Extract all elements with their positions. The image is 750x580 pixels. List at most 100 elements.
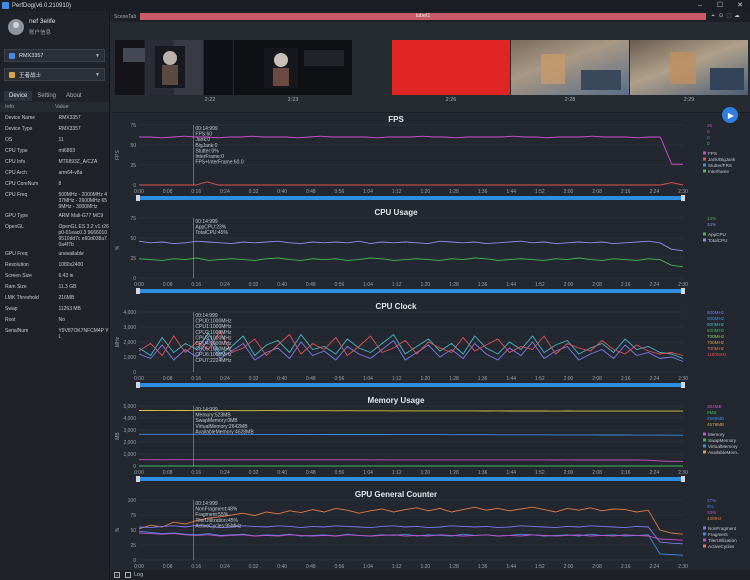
legend-value: 500MHz bbox=[707, 310, 725, 315]
info-value: ARM Mali-G77 MC9 bbox=[58, 213, 104, 219]
y-tick-label: 3,000 bbox=[123, 428, 136, 434]
info-row: SerialNum Y9V87OK7NFCM4P YL bbox=[0, 325, 109, 340]
tooltip-line: CPU7:2224MHz bbox=[195, 358, 232, 364]
app-select[interactable]: 王者战士 ▼ bbox=[4, 68, 105, 81]
y-axis-label: MHz bbox=[115, 336, 121, 347]
legend-entry[interactable]: Fragment bbox=[708, 532, 728, 537]
x-tick-label: 1:52 bbox=[535, 376, 545, 382]
legend-entry[interactable]: Memory bbox=[708, 432, 725, 437]
x-tick-label: 0:08 bbox=[163, 376, 173, 382]
thumbnail-2[interactable] bbox=[234, 40, 352, 95]
x-tick-label: 0:48 bbox=[306, 189, 316, 195]
legend-entry[interactable]: Stutter/FRS bbox=[708, 163, 732, 168]
y-tick-label: 75 bbox=[130, 216, 136, 222]
tab-setting[interactable]: Setting bbox=[32, 91, 61, 101]
x-tick-label: 2:16 bbox=[621, 376, 631, 382]
info-row: Device Type RMX3357 bbox=[0, 123, 109, 134]
legend-entry[interactable]: ActiveCycles bbox=[708, 544, 735, 549]
legend-value: 4578MB bbox=[707, 422, 724, 427]
tooltip-line: AvailableMemory:4628MB bbox=[195, 429, 254, 435]
thumbnail-5[interactable] bbox=[630, 40, 748, 95]
y-tick-label: 4,000 bbox=[123, 310, 136, 316]
x-tick-label: 1:36 bbox=[478, 282, 488, 288]
time-range-scrollbar[interactable] bbox=[136, 476, 685, 482]
user-name[interactable]: nef 3elife bbox=[29, 18, 55, 25]
legend-entry[interactable]: Jank/BigJank bbox=[708, 157, 736, 162]
x-tick-label: 1:28 bbox=[449, 189, 459, 195]
legend-entry[interactable]: AvailableMem.. bbox=[708, 450, 739, 455]
chart-svg[interactable]: 4,0003,0002,0001,0000MHz0:00 0:08 0:16 0:24… bbox=[111, 300, 750, 395]
legend-entry[interactable]: FPS bbox=[708, 151, 717, 156]
x-tick-label: 1:36 bbox=[478, 470, 488, 476]
legend-entry[interactable]: TotalCPU bbox=[708, 238, 727, 243]
minimize-button[interactable]: – bbox=[690, 0, 710, 11]
locate-icon[interactable]: ⌖ bbox=[709, 13, 717, 20]
y-tick-label: 0 bbox=[133, 276, 136, 282]
info-value: 11.3 GB bbox=[58, 284, 77, 290]
x-tick-label: 1:12 bbox=[392, 376, 402, 382]
legend-entry[interactable]: Interframe bbox=[708, 169, 729, 174]
y-tick-label: 0 bbox=[133, 558, 136, 564]
account-info-link[interactable]: 账户信息 bbox=[29, 28, 55, 36]
y-tick-label: 0 bbox=[133, 183, 136, 189]
maximize-button[interactable]: ☐ bbox=[710, 0, 730, 11]
y-tick-label: 50 bbox=[130, 528, 136, 534]
tab-about[interactable]: About bbox=[61, 91, 87, 101]
x-tick-label: 0:16 bbox=[191, 189, 201, 195]
time-range-scrollbar[interactable] bbox=[136, 288, 685, 294]
legend-value: 0MB bbox=[707, 410, 716, 415]
play-icon: ▶ bbox=[727, 110, 735, 120]
legend-entry[interactable]: VirtualMemory bbox=[708, 444, 738, 449]
chart-cpu-usage: CPU Usage 75 50 25 0% 0:00 0:08 0:16 0:24 0:32 0:4… bbox=[111, 206, 750, 301]
chart-gpu-general-counter: GPU General Counter 100 75 50 25 0% 0:00 0:08 0:… bbox=[111, 488, 750, 580]
legend-entry[interactable]: SwapMemory bbox=[708, 438, 737, 443]
legend-entry[interactable]: NonFragment bbox=[708, 526, 737, 531]
info-key: Ram Size bbox=[5, 284, 27, 290]
series-line-nonfragment bbox=[138, 530, 684, 556]
device-icon bbox=[9, 52, 15, 59]
main-area: SceneTab label1 ⌖ ⊙ ⬚ ☁ 2:22 2:23 2:26 2… bbox=[111, 11, 750, 580]
record-icon[interactable]: ⊙ bbox=[717, 13, 725, 20]
y-tick-label: 50 bbox=[130, 143, 136, 149]
time-range-scrollbar[interactable] bbox=[136, 382, 685, 388]
tab-device[interactable]: Device bbox=[4, 91, 33, 101]
thumbnail-1[interactable] bbox=[115, 40, 233, 95]
log-checkbox[interactable] bbox=[125, 572, 131, 578]
screenshot-icon[interactable]: ⬚ bbox=[725, 13, 733, 20]
thumbnail-4[interactable] bbox=[511, 40, 629, 95]
legend-value: 700MHz bbox=[707, 346, 725, 351]
legend-value: 43MHz bbox=[707, 516, 722, 521]
scene-tab-label: SceneTab bbox=[114, 13, 137, 20]
legend-value: 0 bbox=[707, 141, 710, 146]
device-info-table: Info Value Device Name RMX3357 Device Type… bbox=[0, 102, 109, 340]
legend-entry[interactable]: TilerUtilization bbox=[708, 538, 737, 543]
x-tick-label: 1:04 bbox=[363, 376, 373, 382]
info-row: Ram Size 11.3 GB bbox=[0, 281, 109, 292]
info-value: 8 bbox=[58, 181, 62, 187]
x-tick-label: 1:52 bbox=[535, 282, 545, 288]
x-tick-label: 2:24 bbox=[650, 189, 660, 195]
thumbnail-3[interactable] bbox=[392, 40, 510, 95]
info-value: 1080x2400 bbox=[58, 262, 84, 268]
cloud-icon[interactable]: ☁ bbox=[733, 13, 741, 20]
chart-svg[interactable]: 5,0004,0003,0002,0001,0000MB0:00 0:08 0:16… bbox=[111, 394, 750, 489]
chart-svg[interactable]: 1007550250%0:00 0:08 0:16 0:24 0:32 0:40 0:48 0… bbox=[111, 488, 750, 580]
info-value: 500MHz - 2000MHz 437MHz - 2600MHz 659MHz… bbox=[58, 192, 108, 210]
legend-value: 14% bbox=[707, 216, 716, 221]
legend-value: 384MB bbox=[707, 404, 722, 409]
legend-swatch bbox=[703, 169, 706, 173]
legend-entry[interactable]: AppCPU bbox=[708, 232, 726, 237]
device-select[interactable]: RMX3357 ▼ bbox=[4, 49, 105, 62]
scene-label-bar[interactable]: label1 bbox=[140, 13, 706, 20]
time-range-scrollbar[interactable] bbox=[136, 195, 685, 201]
avatar[interactable] bbox=[8, 19, 24, 35]
close-button[interactable]: ✕ bbox=[730, 0, 750, 11]
info-value: 11263 MB bbox=[58, 306, 81, 312]
expand-log-icon[interactable]: + bbox=[114, 572, 120, 578]
chart-svg[interactable]: 7550250FPS0:00 0:08 0:16 0:24 0:32 0:40 0:48 0:… bbox=[111, 113, 750, 208]
chart-svg[interactable]: 7550250%0:00 0:08 0:16 0:24 0:32 0:40 0:48 0:56… bbox=[111, 206, 750, 301]
y-tick-label: 25 bbox=[130, 256, 136, 262]
x-tick-label: 1:04 bbox=[363, 189, 373, 195]
play-button[interactable]: ▶ bbox=[722, 107, 738, 123]
legend-value: 700MHz bbox=[707, 340, 725, 345]
